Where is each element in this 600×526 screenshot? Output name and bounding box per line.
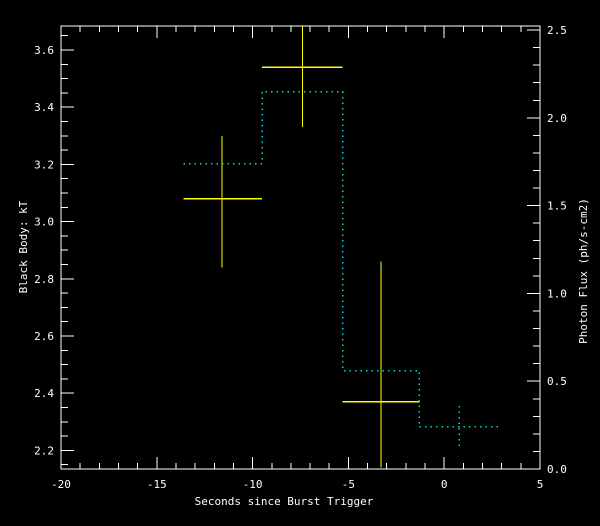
x-tick-label: 5 bbox=[537, 478, 544, 491]
y-right-axis-title: Photon Flux (ph/s-cm2) bbox=[577, 198, 590, 344]
y-right-tick-label: 1.5 bbox=[547, 200, 567, 213]
x-axis-title: Seconds since Burst Trigger bbox=[195, 495, 374, 508]
x-tick-label: -20 bbox=[51, 478, 71, 491]
plot-canvas: -20 -15 -10 -5 0 5 3.6 3.4 3.2 3.0 2.8 2.6 2.4 2.2 2.5… bbox=[0, 0, 600, 526]
flux-step-line bbox=[184, 92, 500, 427]
y-left-tick-label: 3.2 bbox=[34, 158, 54, 171]
y-right-tick-label: 1.0 bbox=[547, 287, 567, 300]
y-left-tick-label: 3.0 bbox=[34, 216, 54, 229]
y-left-tick-label: 2.6 bbox=[34, 330, 54, 343]
y-left-axis-title: Black Body: kT bbox=[17, 200, 30, 293]
y-left-tick-label: 2.8 bbox=[34, 273, 54, 286]
y-left-tick-label: 3.4 bbox=[34, 101, 54, 114]
plot-window: -20 -15 -10 -5 0 5 3.6 3.4 3.2 3.0 2.8 2.6 2.4 2.2 2.5… bbox=[0, 0, 600, 526]
x-tick-label: -10 bbox=[243, 478, 263, 491]
y-right-tick-label: 2.0 bbox=[547, 112, 567, 125]
y-right-tick-label: 0.5 bbox=[547, 375, 567, 388]
y-right-tick-label: 0.0 bbox=[547, 463, 567, 476]
x-tick-label: 0 bbox=[441, 478, 448, 491]
y-right-tick-label: 2.5 bbox=[547, 24, 567, 37]
y-left-tick-label: 2.2 bbox=[34, 444, 54, 457]
x-tick-label: -5 bbox=[342, 478, 355, 491]
y-left-tick-label: 3.6 bbox=[34, 44, 54, 57]
plot-frame bbox=[61, 26, 540, 469]
x-tick-label: -15 bbox=[147, 478, 167, 491]
y-left-tick-label: 2.4 bbox=[34, 387, 54, 400]
chart-layer: -20 -15 -10 -5 0 5 3.6 3.4 3.2 3.0 2.8 2.6 2.4 2.2 2.5… bbox=[34, 24, 567, 491]
